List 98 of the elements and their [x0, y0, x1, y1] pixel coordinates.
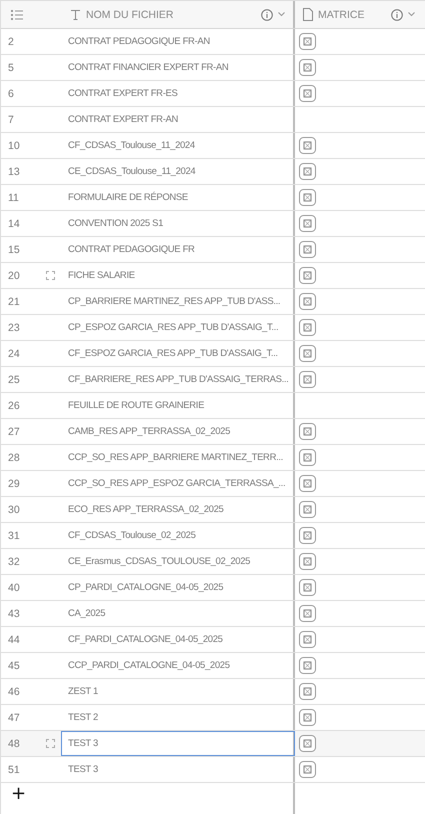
table-cell[interactable]: CONTRAT PEDAGOGIQUE FR-AN [61, 29, 295, 54]
row-number: 44 [8, 634, 20, 646]
chevron-down-icon[interactable] [278, 12, 285, 17]
row-number: 26 [8, 400, 20, 412]
table-cell[interactable]: CCP_SO_RES APP_BARRIERE MARTINEZ_TERR... [61, 445, 295, 470]
table-cell[interactable]: CF_CDSAS_Toulouse_11_2024 [61, 133, 295, 158]
row-number: 24 [8, 348, 20, 360]
table-cell[interactable]: ECO_RES APP_TERRASSA_02_2025 [61, 497, 295, 522]
file-thumbnail-icon[interactable] [299, 449, 316, 466]
row-number: 7 [8, 114, 14, 126]
table-cell[interactable]: TEST 3 [61, 757, 295, 782]
file-thumbnail-icon[interactable] [299, 241, 316, 258]
file-thumbnail-icon[interactable] [299, 163, 316, 180]
table-cell[interactable]: CF_BARRIERE_RES APP_TUB D'ASSAIG_TERRAS... [61, 367, 295, 392]
row-number: 48 [8, 738, 20, 750]
file-thumbnail-icon[interactable] [299, 475, 316, 492]
column-header[interactable]: NOM DU FICHIER [61, 1, 295, 28]
file-thumbnail-icon[interactable] [299, 371, 316, 388]
file-thumbnail-icon[interactable] [299, 423, 316, 440]
row-number: 29 [8, 478, 20, 490]
table-cell[interactable]: CA_2025 [61, 601, 295, 626]
table-cell[interactable]: CCP_SO_RES APP_ESPOZ GARCIA_TERRASSA_... [61, 471, 295, 496]
table-cell[interactable]: CONTRAT PEDAGOGIQUE FR [61, 237, 295, 262]
table-cell[interactable]: CE_Erasmus_CDSAS_TOULOUSE_02_2025 [61, 549, 295, 574]
table-cell[interactable]: CF_PARDI_CATALOGNE_04-05_2025 [61, 627, 295, 652]
info-icon[interactable] [261, 8, 273, 20]
table-cell[interactable]: CE_CDSAS_Toulouse_11_2024 [61, 159, 295, 184]
file-thumbnail-icon[interactable] [299, 683, 316, 700]
table-cell[interactable]: CONTRAT EXPERT FR-AN [61, 107, 295, 132]
file-thumbnail-icon[interactable] [299, 761, 316, 778]
row-number: 27 [8, 426, 20, 438]
row-number: 30 [8, 504, 20, 516]
row-number: 45 [8, 660, 20, 672]
info-icon[interactable] [391, 8, 403, 20]
row-number: 25 [8, 374, 20, 386]
file-thumbnail-icon[interactable] [299, 137, 316, 154]
table-cell[interactable]: CP_BARRIERE MARTINEZ_RES APP_TUB D'ASS... [61, 289, 295, 314]
row-number: 51 [8, 764, 20, 776]
expand-icon[interactable] [46, 739, 55, 748]
file-thumbnail-icon[interactable] [299, 527, 316, 544]
column-title: NOM DU FICHIER [86, 8, 174, 20]
row-number: 43 [8, 608, 20, 620]
row-number: 2 [8, 36, 14, 48]
table-cell[interactable]: FORMULAIRE DE RÉPONSE [61, 185, 295, 210]
table-cell[interactable]: CP_ESPOZ GARCIA_RES APP_TUB D'ASSAIG_T... [61, 315, 295, 340]
file-thumbnail-icon[interactable] [299, 293, 316, 310]
file-thumbnail-icon[interactable] [299, 657, 316, 674]
row-number: 23 [8, 322, 20, 334]
file-thumbnail-icon[interactable] [299, 579, 316, 596]
table-cell[interactable]: CF_ESPOZ GARCIA_RES APP_TUB D'ASSAIG_T... [61, 341, 295, 366]
table-cell[interactable]: TEST 3 [61, 731, 295, 756]
table-cell[interactable]: CONVENTION 2025 S1 [61, 211, 295, 236]
file-thumbnail-icon[interactable] [299, 319, 316, 336]
table-cell[interactable]: FICHE SALARIE [61, 263, 295, 288]
file-thumbnail-icon[interactable] [299, 709, 316, 726]
column-title: MATRICE [318, 8, 364, 20]
table-cell[interactable]: CP_PARDI_CATALOGNE_04-05_2025 [61, 575, 295, 600]
table-cell[interactable]: FEUILLE DE ROUTE GRAINERIE [61, 393, 295, 418]
chevron-down-icon[interactable] [408, 12, 415, 17]
column-header[interactable]: MATRICE [295, 1, 425, 28]
file-thumbnail-icon[interactable] [299, 345, 316, 362]
file-thumbnail-icon[interactable] [299, 33, 316, 50]
file-thumbnail-icon[interactable] [299, 501, 316, 518]
file-thumbnail-icon[interactable] [299, 215, 316, 232]
row-number: 46 [8, 686, 20, 698]
row-number: 13 [8, 166, 20, 178]
row-number: 47 [8, 712, 20, 724]
list-icon[interactable] [11, 10, 23, 20]
table-cell[interactable]: CONTRAT EXPERT FR-ES [61, 81, 295, 106]
add-row-button[interactable]: + [1, 783, 295, 814]
table-cell[interactable]: CAMB_RES APP_TERRASSA_02_2025 [61, 419, 295, 444]
table-cell[interactable]: CCP_PARDI_CATALOGNE_04-05_2025 [61, 653, 295, 678]
row-number: 28 [8, 452, 20, 464]
text-type-icon [70, 9, 81, 20]
row-number: 32 [8, 556, 20, 568]
row-number: 20 [8, 270, 20, 282]
table-cell[interactable]: ZEST 1 [61, 679, 295, 704]
file-thumbnail-icon[interactable] [299, 85, 316, 102]
expand-icon[interactable] [46, 271, 55, 280]
table-cell[interactable]: CONTRAT FINANCIER EXPERT FR-AN [61, 55, 295, 80]
row-number: 21 [8, 296, 20, 308]
document-icon [303, 8, 313, 21]
row-number: 6 [8, 88, 14, 100]
file-thumbnail-icon[interactable] [299, 605, 316, 622]
file-thumbnail-icon[interactable] [299, 553, 316, 570]
file-thumbnail-icon[interactable] [299, 59, 316, 76]
row-number: 11 [8, 192, 19, 204]
file-thumbnail-icon[interactable] [299, 267, 316, 284]
row-number: 5 [8, 62, 14, 74]
file-thumbnail-icon[interactable] [299, 735, 316, 752]
row-number: 14 [8, 218, 20, 230]
row-number: 15 [8, 244, 20, 256]
row-number: 10 [8, 140, 20, 152]
row-number: 31 [8, 530, 20, 542]
row-number: 40 [8, 582, 20, 594]
table-cell[interactable]: CF_CDSAS_Toulouse_02_2025 [61, 523, 295, 548]
file-thumbnail-icon[interactable] [299, 189, 316, 206]
file-thumbnail-icon[interactable] [299, 631, 316, 648]
